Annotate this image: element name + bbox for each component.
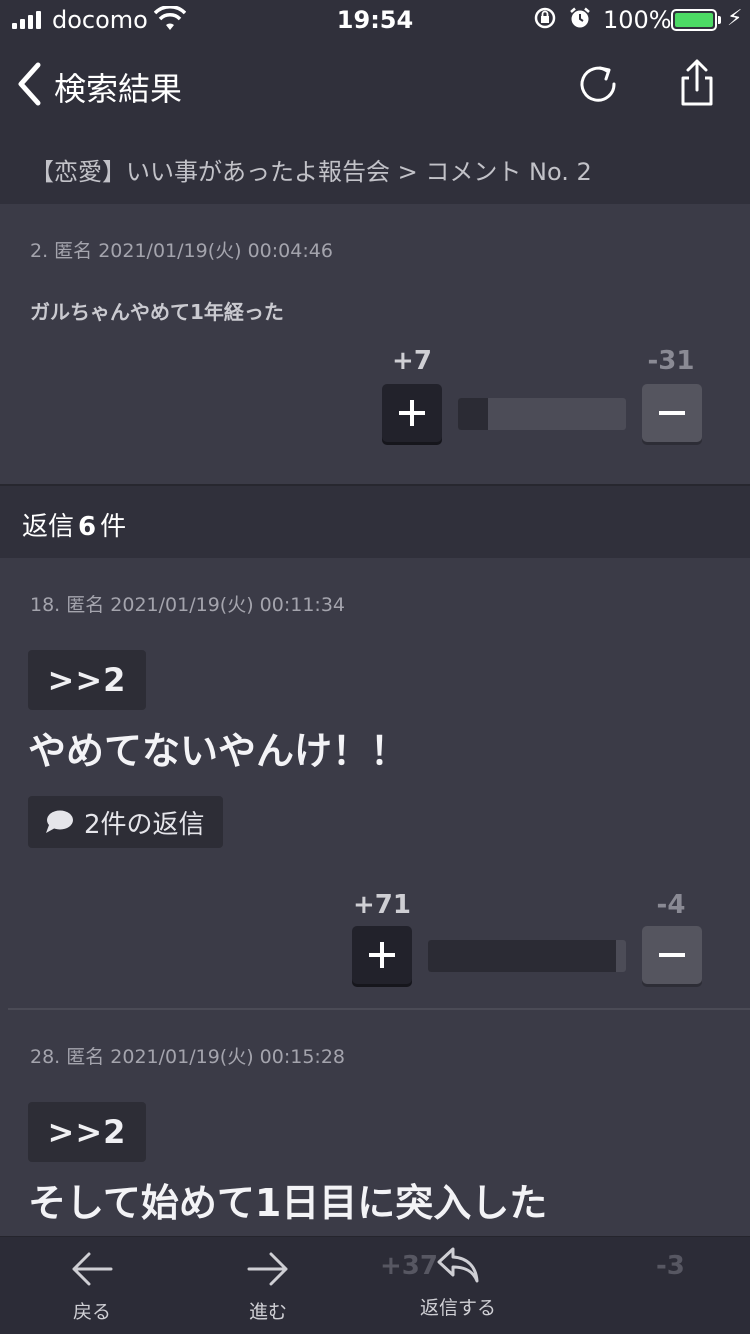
- reply-button-label: 返信する: [419, 1297, 496, 1319]
- minus-vote-count: -4: [656, 890, 686, 920]
- minus-vote-count: -31: [647, 346, 695, 376]
- forward-nav-label: 進む: [248, 1301, 287, 1323]
- arrow-left-icon: [72, 1252, 113, 1286]
- back-button[interactable]: [14, 58, 44, 110]
- anchor-link[interactable]: >>2: [28, 650, 146, 710]
- plus-icon: [399, 400, 425, 426]
- minus-vote-count: -3: [656, 1251, 685, 1281]
- nav-bar: 検索結果: [0, 40, 750, 130]
- battery-percentage: 100%: [603, 6, 672, 34]
- charging-icon: ⚡: [727, 6, 743, 31]
- back-nav-button[interactable]: 戻る: [52, 1249, 132, 1324]
- breadcrumb[interactable]: 【恋愛】いい事があったよ報告会 > コメント No. 2: [0, 130, 750, 204]
- arrow-right-icon: [247, 1252, 288, 1286]
- status-bar: docomo 19:54 100% ⚡: [0, 0, 750, 40]
- reply-text: そして始めて1日目に突入した: [28, 1181, 548, 1225]
- alarm-icon: [568, 6, 592, 36]
- replies-suffix: 件: [100, 512, 127, 542]
- reload-icon[interactable]: [576, 62, 620, 106]
- vote-ratio-fill: [458, 398, 489, 430]
- reply-meta: 28. 匿名 2021/01/19(火) 00:15:28: [30, 1046, 346, 1068]
- replies-count: 6: [78, 512, 97, 542]
- plus-vote-button[interactable]: [382, 384, 442, 442]
- reply-item: 28. 匿名 2021/01/19(火) 00:15:28 >>2 そして始めて…: [0, 1010, 750, 1236]
- speech-bubble-icon: [46, 810, 73, 833]
- vote-ratio-fill: [428, 940, 617, 972]
- reply-button[interactable]: 返信する: [388, 1245, 528, 1320]
- minus-vote-button[interactable]: [642, 926, 702, 984]
- reply-count-label: 2件の返信: [84, 809, 205, 840]
- plus-vote-count: +71: [353, 890, 411, 920]
- comment-meta: 2. 匿名 2021/01/19(火) 00:04:46: [30, 240, 333, 262]
- back-nav-label: 戻る: [72, 1301, 111, 1323]
- main-comment: 2. 匿名 2021/01/19(火) 00:04:46 ガルちゃんやめて1年経…: [0, 204, 750, 485]
- minus-icon: [659, 411, 685, 415]
- rotation-lock-icon: [533, 6, 557, 36]
- forward-nav-button[interactable]: 進む: [228, 1249, 308, 1324]
- bottom-toolbar: +37 -3 戻る 進む 返信する: [0, 1236, 750, 1334]
- share-icon[interactable]: [672, 58, 722, 108]
- chevron-left-icon: [18, 62, 41, 106]
- reply-arrow-icon: [437, 1247, 479, 1283]
- plus-icon: [369, 942, 395, 968]
- view-replies-button[interactable]: 2件の返信: [28, 796, 223, 848]
- plus-vote-button[interactable]: [352, 926, 412, 984]
- reply-text: やめてないやんけ！！: [28, 729, 409, 773]
- anchor-link[interactable]: >>2: [28, 1102, 146, 1162]
- replies-prefix: 返信: [22, 512, 75, 542]
- replies-header: 返信 6 件: [0, 486, 750, 558]
- comment-text: ガルちゃんやめて1年経った: [30, 300, 284, 324]
- plus-vote-count: +7: [392, 346, 432, 376]
- nav-title: 検索結果: [54, 70, 183, 108]
- battery-icon: [671, 9, 721, 31]
- minus-vote-button[interactable]: [642, 384, 702, 442]
- reply-meta: 18. 匿名 2021/01/19(火) 00:11:34: [30, 594, 346, 616]
- vote-ratio-bar: [428, 940, 626, 972]
- vote-ratio-bar: [458, 398, 626, 430]
- reply-item: 18. 匿名 2021/01/19(火) 00:11:34 >>2 やめてないや…: [0, 558, 750, 1010]
- minus-icon: [659, 953, 685, 957]
